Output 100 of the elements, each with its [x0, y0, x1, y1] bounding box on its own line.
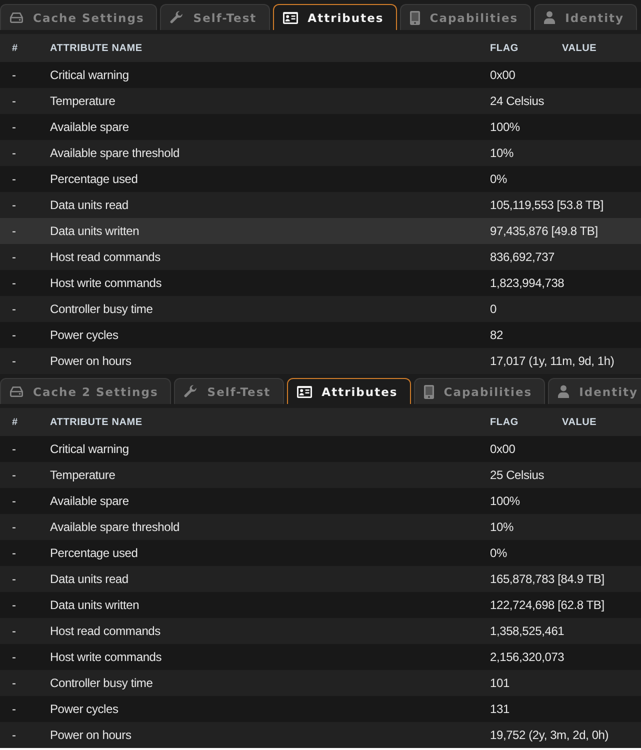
tab[interactable]: Attributes — [286, 378, 411, 404]
table-cell: - — [12, 442, 16, 456]
table-row[interactable]: - Data units written 97,435,876 [49.8 TB] — [0, 218, 641, 244]
tab[interactable]: Self-Test — [160, 4, 270, 30]
table-row[interactable]: - Power on hours 17,017 (1y, 11m, 9d, 1h) — [0, 348, 641, 374]
tab[interactable]: Identity — [534, 4, 638, 30]
table-cell: 10% — [490, 146, 514, 160]
table-cell: Available spare threshold — [50, 146, 180, 160]
table-row[interactable]: - Host read commands 836,692,737 — [0, 244, 641, 270]
table-cell: Power on hours — [50, 354, 132, 368]
column-header: FLAG — [490, 42, 518, 54]
table-cell: 2,156,320,073 — [490, 650, 564, 664]
table-row[interactable]: - Available spare threshold 10% — [0, 140, 641, 166]
table-cell: 10% — [490, 520, 514, 534]
table-row[interactable]: - Critical warning 0x00 — [0, 436, 641, 462]
table-cell: - — [12, 198, 16, 212]
table-cell: 25 Celsius — [490, 468, 544, 482]
table-cell: - — [12, 328, 16, 342]
table-row[interactable]: - Power cycles 131 — [0, 696, 641, 722]
table-cell: Critical warning — [50, 442, 129, 456]
table-row[interactable]: - Data units read 105,119,553 [53.8 TB] — [0, 192, 641, 218]
table-row[interactable]: - Percentage used 0% — [0, 540, 641, 566]
table-cell: 100% — [490, 120, 520, 134]
table-cell: - — [12, 224, 16, 238]
drive-icon — [10, 12, 23, 23]
table-cell: - — [12, 172, 16, 186]
tab[interactable]: Capabilities — [400, 4, 532, 30]
table-cell: Controller busy time — [50, 302, 153, 316]
table-cell: Controller busy time — [50, 676, 153, 690]
table-cell: - — [12, 302, 16, 316]
column-header: VALUE — [562, 416, 597, 428]
table-cell: - — [12, 250, 16, 264]
tab[interactable]: Self-Test — [174, 378, 284, 404]
tab[interactable]: Capabilities — [414, 378, 546, 404]
table-cell: Percentage used — [50, 546, 138, 560]
phone-icon — [410, 10, 420, 24]
column-header: VALUE — [562, 42, 597, 54]
column-header: ATTRIBUTE NAME — [50, 42, 142, 54]
table-cell: - — [12, 276, 16, 290]
phone-icon — [424, 384, 434, 398]
table-row[interactable]: - Host write commands 2,156,320,073 — [0, 644, 641, 670]
table-cell: - — [12, 120, 16, 134]
table-cell: Power cycles — [50, 702, 118, 716]
column-header: ATTRIBUTE NAME — [50, 416, 142, 428]
table-cell: Power cycles — [50, 328, 118, 342]
table-cell: 17,017 (1y, 11m, 9d, 1h) — [490, 354, 614, 368]
table-row[interactable]: - Controller busy time 101 — [0, 670, 641, 696]
table-row[interactable]: - Percentage used 0% — [0, 166, 641, 192]
table-cell: - — [12, 94, 16, 108]
table-cell: - — [12, 702, 16, 716]
table-row[interactable]: - Available spare 100% — [0, 114, 641, 140]
drive-icon — [10, 386, 23, 397]
table-cell: Host write commands — [50, 650, 162, 664]
table-row[interactable]: - Temperature 24 Celsius — [0, 88, 641, 114]
table-cell: Critical warning — [50, 68, 129, 82]
table-row[interactable]: - Controller busy time 0 — [0, 296, 641, 322]
table-cell: 165,878,783 [84.9 TB] — [490, 572, 604, 586]
tab[interactable]: Attributes — [272, 4, 397, 30]
table-cell: Available spare threshold — [50, 520, 180, 534]
table-row[interactable]: - Data units written 122,724,698 [62.8 TB] — [0, 592, 641, 618]
table-cell: 0x00 — [490, 442, 516, 456]
tab[interactable]: Identity — [548, 378, 641, 404]
table-cell: Available spare — [50, 494, 129, 508]
column-header: FLAG — [490, 416, 518, 428]
table-cell: - — [12, 354, 16, 368]
table-row[interactable]: - Available spare threshold 10% — [0, 514, 641, 540]
id-card-icon — [296, 386, 312, 398]
table-cell: - — [12, 728, 16, 742]
table-row[interactable]: - Available spare 100% — [0, 488, 641, 514]
table-cell: Data units written — [50, 224, 140, 238]
table-row[interactable]: - Temperature 25 Celsius — [0, 462, 641, 488]
table-cell: 24 Celsius — [490, 94, 544, 108]
table-cell: Host write commands — [50, 276, 162, 290]
table-cell: Power on hours — [50, 728, 132, 742]
table-cell: Data units read — [50, 572, 128, 586]
table-cell: - — [12, 468, 16, 482]
table-cell: 1,823,994,738 — [490, 276, 564, 290]
table-row[interactable]: - Host read commands 1,358,525,461 — [0, 618, 641, 644]
table-cell: 836,692,737 — [490, 250, 555, 264]
table-row[interactable]: - Power on hours 19,752 (2y, 3m, 2d, 0h) — [0, 722, 641, 748]
table-cell: - — [12, 624, 16, 638]
wrench-icon — [184, 385, 198, 398]
table-cell: 97,435,876 [49.8 TB] — [490, 224, 598, 238]
table-row[interactable]: - Critical warning 0x00 — [0, 62, 641, 88]
table-cell: - — [12, 520, 16, 534]
table-cell: Host read commands — [50, 250, 160, 264]
table-row[interactable]: - Host write commands 1,823,994,738 — [0, 270, 641, 296]
person-icon — [558, 385, 570, 398]
column-header: # — [12, 416, 18, 428]
table-cell: 19,752 (2y, 3m, 2d, 0h) — [490, 728, 609, 742]
table-row[interactable]: - Data units read 165,878,783 [84.9 TB] — [0, 566, 641, 592]
table-row[interactable]: - Power cycles 82 — [0, 322, 641, 348]
table-cell: 0% — [490, 172, 507, 186]
table-cell: 0% — [490, 546, 507, 560]
tab[interactable]: Cache 2 Settings — [0, 378, 172, 404]
tab[interactable]: Cache Settings — [0, 4, 158, 30]
person-icon — [544, 11, 556, 24]
table-cell: Data units written — [50, 598, 140, 612]
table-cell: - — [12, 494, 16, 508]
table-cell: 100% — [490, 494, 520, 508]
